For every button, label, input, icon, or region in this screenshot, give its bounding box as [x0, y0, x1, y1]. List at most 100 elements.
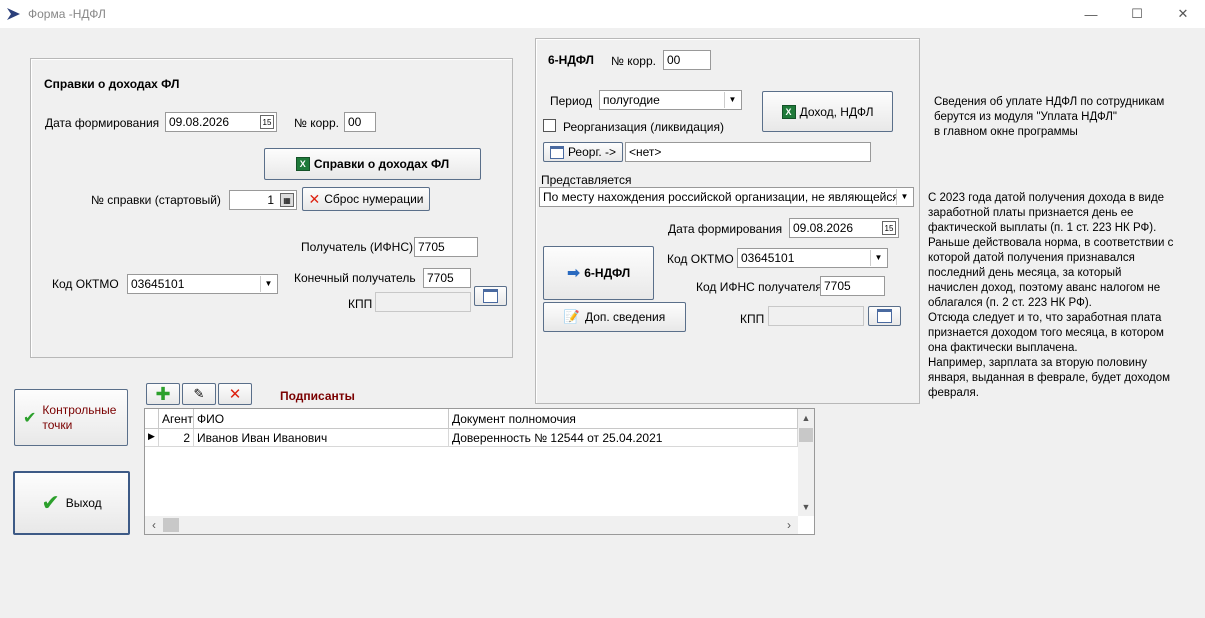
final-recipient-field[interactable]: 7705 — [423, 268, 471, 288]
income-kpp-field[interactable] — [375, 292, 471, 312]
maximize-button[interactable]: ☐ — [1114, 0, 1160, 28]
extra-info-button[interactable]: 📝 Доп. сведения — [543, 302, 686, 332]
edit-icon: ✎ — [193, 386, 205, 401]
table-cell-name[interactable]: Иванов Иван Иванович — [194, 429, 449, 447]
chevron-down-icon[interactable]: ▼ — [870, 250, 886, 266]
ndfl6-kpp-label: КПП — [740, 312, 765, 326]
row-indicator-header — [145, 409, 159, 429]
extra-info-label: Доп. сведения — [584, 310, 666, 324]
scroll-down-icon[interactable]: ▼ — [799, 498, 813, 516]
ndfl6-form-label: 6-НДФЛ — [584, 266, 631, 280]
edit-signer-button[interactable]: ✎ — [182, 383, 216, 405]
signers-title: Подписанты — [280, 389, 355, 403]
tax-note-line: Раньше действовала норма, в соответствии… — [928, 237, 1174, 249]
ndfl6-oktmo-select[interactable]: 03645101 ▼ — [737, 248, 888, 268]
tax-note-line: января, выданная в феврале, будет доходо… — [928, 372, 1171, 384]
chevron-down-icon[interactable]: ▼ — [896, 189, 912, 205]
reorg-button[interactable]: Реорг. -> — [543, 142, 623, 162]
chevron-down-icon[interactable]: ▼ — [724, 92, 740, 108]
chevron-down-icon[interactable]: ▼ — [260, 276, 276, 292]
window-icon — [483, 289, 498, 303]
tax-note-line: заработной платы признается день ее — [928, 207, 1134, 219]
calendar-icon[interactable]: 15 — [260, 115, 274, 129]
tax-note-line: фактической выплаты (п. 1 ст. 223 НК РФ)… — [928, 222, 1157, 234]
horizontal-scrollbar[interactable]: ‹ › — [145, 516, 798, 534]
table-cell-document[interactable]: Доверенность № 12544 от 25.04.2021 — [449, 429, 798, 447]
tax-note-line: которой датой получения признавался — [928, 252, 1135, 264]
income-corr-field[interactable]: 00 — [344, 112, 376, 132]
delete-icon: ✕ — [228, 386, 242, 403]
ndfl6-kpp-field[interactable] — [768, 306, 864, 326]
tax-note-line: Отсюда следует и то, что заработная плат… — [928, 312, 1162, 324]
scroll-up-icon[interactable]: ▲ — [799, 409, 813, 427]
final-recipient-label: Конечный получатель — [294, 271, 416, 285]
table-cell-agent[interactable]: 2 — [159, 429, 194, 447]
scroll-right-icon[interactable]: › — [782, 516, 796, 534]
period-select[interactable]: полугодие ▼ — [599, 90, 742, 110]
cert-no-label: № справки (стартовый) — [91, 193, 221, 207]
ifns-label: Код ИФНС получателя — [696, 280, 822, 294]
ndfl6-form-button[interactable]: ➡ 6-НДФЛ — [543, 246, 654, 300]
checkmark-icon: ✔ — [41, 490, 60, 515]
ndfl6-date-label: Дата формирования — [668, 222, 783, 236]
presented-value: По месту нахождения российской организац… — [543, 190, 899, 204]
ndfl6-corr-label: № корр. — [611, 54, 656, 68]
income-oktmo-select[interactable]: 03645101 ▼ — [127, 274, 278, 294]
income-certificates-button[interactable]: X Справки о доходах ФЛ — [264, 148, 481, 180]
window-icon — [549, 145, 564, 159]
period-label: Период — [550, 94, 593, 108]
presented-label: Представляется — [541, 173, 632, 187]
info-note-line: берутся из модуля "Уплата НДФЛ" — [934, 111, 1117, 123]
cert-no-value: 1 — [267, 193, 274, 207]
ndfl6-kpp-button[interactable] — [868, 306, 901, 326]
reset-numbering-label: Сброс нумерации — [324, 192, 424, 206]
delete-signer-button[interactable]: ✕ — [218, 383, 252, 405]
income-date-value: 09.08.2026 — [169, 115, 230, 129]
exit-button[interactable]: ✔ Выход — [13, 471, 130, 535]
income-date-field[interactable]: 09.08.2026 15 — [165, 112, 277, 132]
window-title: Форма -НДФЛ — [28, 7, 106, 21]
minimize-icon: — — [1084, 6, 1098, 22]
tax-note-line: признается доходом того месяца, в которо… — [928, 327, 1164, 339]
ndfl6-oktmo-label: Код ОКТМО — [667, 252, 734, 266]
cert-no-field[interactable]: 1 ▦ — [229, 190, 297, 210]
add-signer-button[interactable]: ✚ — [146, 383, 180, 405]
excel-icon: X — [295, 157, 310, 171]
calendar-icon[interactable]: 15 — [882, 221, 896, 235]
exit-label: Выход — [65, 496, 102, 510]
close-button[interactable]: ✕ — [1160, 0, 1205, 28]
income-date-label: Дата формирования — [45, 116, 160, 130]
column-header-document[interactable]: Документ полномочия — [449, 409, 798, 429]
info-note-line: в главном окне программы — [934, 126, 1078, 138]
scroll-left-icon[interactable]: ‹ — [147, 516, 161, 534]
vertical-scroll-thumb[interactable] — [799, 428, 813, 442]
recipient-field[interactable]: 7705 — [414, 237, 478, 257]
income-ndfl-button[interactable]: X Доход, НДФЛ — [762, 91, 893, 132]
horizontal-scroll-thumb[interactable] — [163, 518, 179, 532]
window-icon — [877, 309, 892, 323]
tax-note-line: Например, зарплата за вторую половину — [928, 357, 1148, 369]
ndfl6-oktmo-value: 03645101 — [741, 251, 795, 265]
vertical-scrollbar[interactable]: ▲ ▼ — [798, 409, 814, 516]
edit-note-icon: 📝 — [563, 309, 580, 324]
minimize-button[interactable]: — — [1068, 0, 1114, 28]
column-header-name[interactable]: ФИО — [194, 409, 449, 429]
reorg-checkbox[interactable] — [543, 119, 556, 132]
signers-grid: Агент ФИО Документ полномочия ▶ 2 Иванов… — [144, 408, 815, 535]
reorg-button-label: Реорг. -> — [567, 145, 617, 159]
column-header-agent[interactable]: Агент — [159, 409, 194, 429]
reorg-field[interactable]: <нет> — [625, 142, 871, 162]
reset-numbering-button[interactable]: ✕ Сброс нумерации — [302, 187, 430, 211]
maximize-icon: ☐ — [1131, 6, 1143, 21]
ndfl6-date-field[interactable]: 09.08.2026 15 — [789, 218, 899, 238]
income-certificates-button-label: Справки о доходах ФЛ — [313, 157, 450, 171]
title-bar: Форма -НДФЛ — ☐ ✕ — [0, 0, 1205, 28]
calculator-icon[interactable]: ▦ — [280, 193, 294, 207]
presented-select[interactable]: По месту нахождения российской организац… — [539, 187, 914, 207]
reorg-label: Реорганизация (ликвидация) — [563, 120, 724, 134]
checkpoints-button[interactable]: ✔ Контрольные точки — [14, 389, 128, 446]
income-kpp-button[interactable] — [474, 286, 507, 306]
ifns-field[interactable]: 7705 — [820, 276, 885, 296]
close-icon: ✕ — [1177, 6, 1189, 21]
ndfl6-corr-field[interactable]: 00 — [663, 50, 711, 70]
